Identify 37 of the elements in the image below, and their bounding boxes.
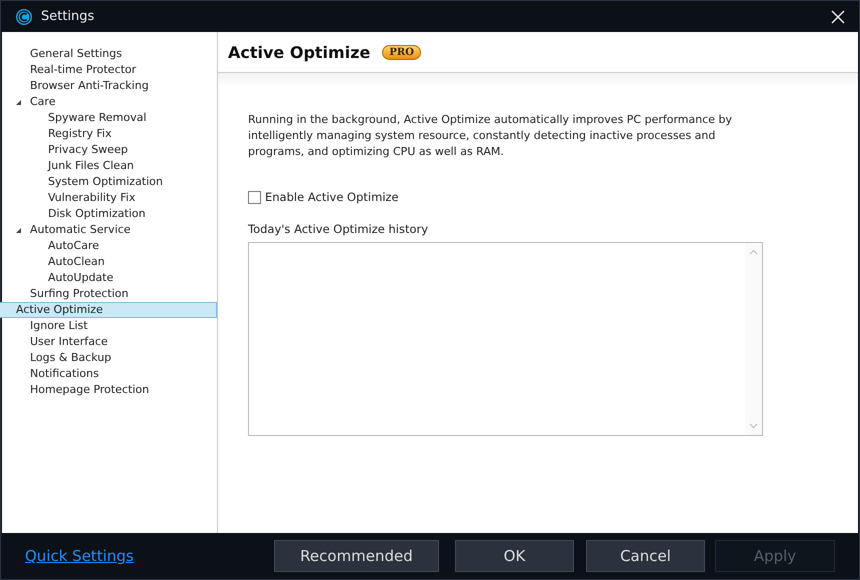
- page-title: Active Optimize: [228, 42, 370, 62]
- expander-icon[interactable]: [15, 98, 22, 106]
- pro-badge: PRO: [382, 44, 421, 60]
- sidebar-item[interactable]: Active Optimize: [0, 302, 217, 318]
- sidebar-item[interactable]: Privacy Sweep: [46, 142, 130, 158]
- sidebar-item[interactable]: Ignore List: [28, 318, 90, 334]
- sidebar-item[interactable]: Vulnerability Fix: [46, 190, 138, 206]
- sidebar-item[interactable]: Real-time Protector: [28, 62, 138, 78]
- window-title: Settings: [41, 9, 96, 24]
- checkbox[interactable]: [248, 190, 261, 204]
- close-icon[interactable]: [831, 10, 845, 24]
- description-text: Running in the background, Active Optimize automatically improves PC performance by intelligently managing system resource, constantly detecting inactive processes and programs, and optimizing CPU as well as RAM.: [248, 112, 734, 160]
- sidebar-item[interactable]: User Interface: [28, 334, 110, 350]
- sidebar-item[interactable]: Surfing Protection: [28, 286, 131, 302]
- sidebar-item[interactable]: AutoClean: [46, 254, 107, 270]
- sidebar-item[interactable]: Homepage Protection: [28, 382, 152, 398]
- sidebar-item[interactable]: Logs & Backup: [28, 350, 114, 366]
- sidebar-item[interactable]: Notifications: [28, 366, 101, 382]
- sidebar-item[interactable]: Care: [28, 94, 58, 110]
- sidebar-item[interactable]: General Settings: [28, 46, 124, 62]
- sidebar-item[interactable]: Junk Files Clean: [46, 158, 136, 174]
- history-label: Today's Active Optimize history: [248, 222, 430, 236]
- quick-settings-link[interactable]: Quick Settings: [25, 547, 274, 565]
- sidebar-item[interactable]: Registry Fix: [46, 126, 114, 142]
- sidebar-item[interactable]: Spyware Removal: [46, 110, 148, 126]
- sidebar-item[interactable]: System Optimization: [46, 174, 165, 190]
- footer-button[interactable]: Cancel: [586, 540, 705, 572]
- checkbox-label[interactable]: Enable Active Optimize: [265, 190, 399, 204]
- footer-button[interactable]: OK: [455, 540, 574, 572]
- expander-icon[interactable]: [15, 226, 22, 234]
- sidebar-item[interactable]: Browser Anti-Tracking: [28, 78, 151, 94]
- sidebar-item[interactable]: Disk Optimization: [46, 206, 148, 222]
- app-logo-icon: [15, 8, 33, 26]
- footer-button[interactable]: Recommended: [274, 540, 439, 572]
- sidebar-item[interactable]: AutoCare: [46, 238, 102, 254]
- sidebar-item[interactable]: Automatic Service: [28, 222, 133, 238]
- sidebar-item[interactable]: AutoUpdate: [46, 270, 116, 286]
